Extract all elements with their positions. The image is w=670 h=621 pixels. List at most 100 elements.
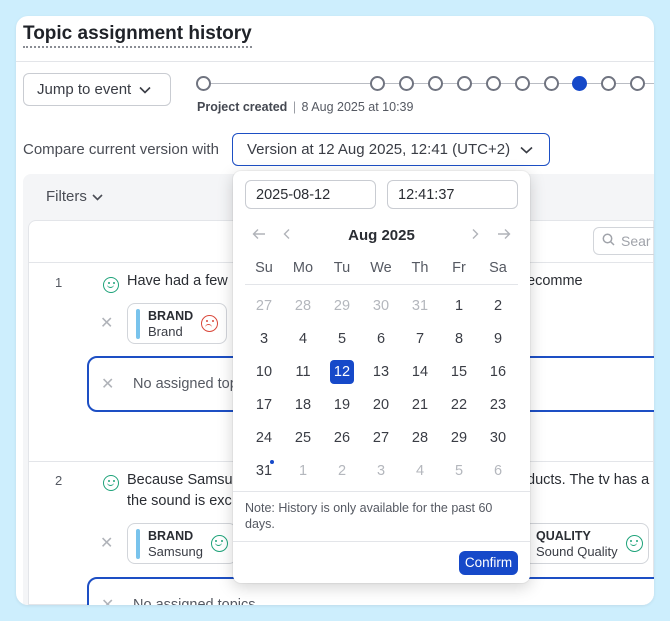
calendar-day[interactable]: 2	[486, 294, 510, 318]
timeline-label-separator: |	[292, 100, 297, 114]
chevron-down-icon	[92, 188, 103, 205]
calendar-day[interactable]: 30	[486, 426, 510, 450]
topic-chip[interactable]: BRAND Brand	[127, 303, 227, 344]
timeline-event[interactable]	[515, 76, 530, 91]
row-text-continued: ecomme	[527, 273, 583, 289]
timeline-event-label: Project created | 8 Aug 2025 at 10:39	[197, 100, 413, 114]
compare-label: Compare current version with	[23, 141, 219, 158]
calendar-day-outside: 29	[333, 298, 351, 314]
remove-topics-icon[interactable]: ✕	[100, 533, 113, 553]
calendar-day[interactable]: 26	[330, 426, 354, 450]
weekday-label: Mo	[292, 260, 314, 276]
calendar-day[interactable]: 20	[369, 393, 393, 417]
timeline-event[interactable]	[601, 76, 616, 91]
calendar-day-outside: 4	[415, 463, 425, 479]
next-year-icon[interactable]	[497, 227, 511, 245]
calendar-day[interactable]: 3	[252, 327, 276, 351]
topic-chip[interactable]: QUALITY Sound Quality	[523, 523, 649, 564]
row-text-continued: ducts. The tv has a	[527, 472, 650, 488]
next-month-icon[interactable]	[471, 227, 479, 245]
calendar-day[interactable]: 27	[369, 426, 393, 450]
calendar-day[interactable]: 10	[252, 360, 276, 384]
calendar-day[interactable]: 17	[252, 393, 276, 417]
calendar-day[interactable]: 8	[447, 327, 471, 351]
history-note: Note: History is only available for the …	[245, 501, 493, 531]
calendar-day[interactable]: 21	[408, 393, 432, 417]
calendar-header: Aug 2025	[233, 227, 530, 249]
weekday-divider	[245, 284, 518, 285]
timeline-event[interactable]	[399, 76, 414, 91]
remove-topics-icon[interactable]: ✕	[100, 313, 113, 333]
date-picker-popup: 2025-08-12 12:41:37 Aug 2025 Su Mo Tu We Th F…	[233, 171, 530, 583]
calendar-day-selected[interactable]: 12	[330, 360, 354, 384]
calendar-day[interactable]: 22	[447, 393, 471, 417]
calendar-day[interactable]: 11	[291, 360, 315, 384]
row-text-line2: the sound is exc	[127, 493, 232, 509]
calendar-day[interactable]: 6	[369, 327, 393, 351]
timeline-event-selected[interactable]	[572, 76, 587, 91]
calendar-day[interactable]: 24	[252, 426, 276, 450]
calendar-day-outside: 30	[372, 298, 390, 314]
calendar-day-outside: 28	[294, 298, 312, 314]
timeline-event[interactable]	[428, 76, 443, 91]
filters-label: Filters	[46, 188, 87, 205]
calendar-day[interactable]: 1	[447, 294, 471, 318]
search-input[interactable]: Sear	[593, 227, 654, 255]
row-text: Because Samsu	[127, 472, 233, 488]
calendar-day[interactable]: 18	[291, 393, 315, 417]
date-input-value: 2025-08-12	[256, 186, 331, 203]
timeline-event[interactable]	[544, 76, 559, 91]
calendar-day[interactable]: 25	[291, 426, 315, 450]
version-select-value: Version at 12 Aug 2025, 12:41 (UTC+2)	[247, 141, 511, 158]
header-divider	[16, 61, 654, 62]
timeline-event[interactable]	[630, 76, 645, 91]
timeline-event-date: 8 Aug 2025 at 10:39	[301, 100, 414, 114]
calendar-day[interactable]: 23	[486, 393, 510, 417]
positive-sentiment-icon	[210, 534, 229, 553]
calendar-day[interactable]: 14	[408, 360, 432, 384]
jump-to-event-button[interactable]: Jump to event	[23, 73, 171, 106]
timeline-event[interactable]	[196, 76, 211, 91]
calendar-day[interactable]: 16	[486, 360, 510, 384]
calendar-day[interactable]: 9	[486, 327, 510, 351]
filters-toggle[interactable]: Filters	[46, 188, 103, 205]
calendar-day-outside: 2	[337, 463, 347, 479]
time-input[interactable]: 12:41:37	[387, 180, 518, 209]
calendar-day[interactable]: 5	[330, 327, 354, 351]
weekday-label: Th	[411, 260, 429, 276]
calendar-day-outside: 31	[411, 298, 429, 314]
calendar-day-outside: 6	[493, 463, 503, 479]
confirm-button[interactable]: Confirm	[459, 551, 518, 575]
jump-to-event-label: Jump to event	[37, 81, 132, 98]
version-select[interactable]: Version at 12 Aug 2025, 12:41 (UTC+2)	[232, 133, 550, 166]
close-icon[interactable]: ✕	[101, 595, 114, 605]
row-text: Have had a few	[127, 273, 228, 289]
calendar-day[interactable]: 28	[408, 426, 432, 450]
date-input[interactable]: 2025-08-12	[245, 180, 376, 209]
timeline-event[interactable]	[486, 76, 501, 91]
calendar-day-outside: 5	[454, 463, 464, 479]
chip-color-bar	[136, 308, 140, 339]
timeline-event-title: Project created	[197, 100, 288, 114]
assigned-topics-label: No assigned top	[133, 376, 238, 392]
weekday-label: Fr	[452, 260, 466, 276]
calendar-day[interactable]: 13	[369, 360, 393, 384]
timeline-event[interactable]	[370, 76, 385, 91]
note-divider	[233, 491, 530, 492]
positive-sentiment-icon	[103, 475, 119, 491]
chip-category: BRAND	[148, 528, 194, 543]
today-indicator	[270, 460, 274, 464]
timeline-event[interactable]	[457, 76, 472, 91]
chip-color-bar	[136, 528, 140, 559]
calendar-day[interactable]: 15	[447, 360, 471, 384]
positive-sentiment-icon	[103, 277, 119, 293]
calendar-day[interactable]: 29	[447, 426, 471, 450]
calendar-day[interactable]: 7	[408, 327, 432, 351]
calendar-day[interactable]: 4	[291, 327, 315, 351]
chip-category: BRAND	[148, 308, 194, 323]
negative-sentiment-icon	[201, 314, 219, 333]
calendar-day[interactable]: 19	[330, 393, 354, 417]
topic-chip[interactable]: BRAND Samsung	[127, 523, 237, 564]
close-icon[interactable]: ✕	[101, 374, 114, 394]
footer-divider	[233, 541, 530, 542]
